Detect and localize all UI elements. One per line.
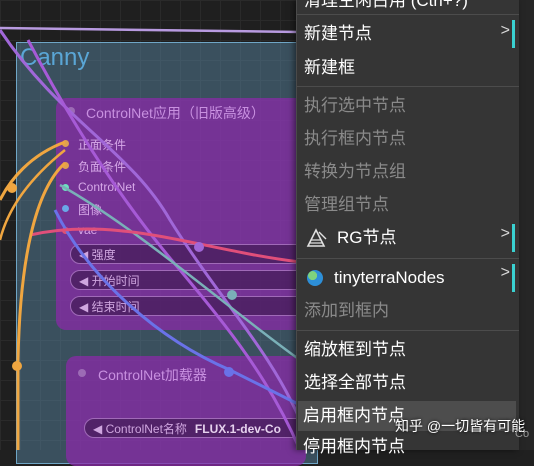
menu-separator [297,330,519,331]
submenu-indicator [512,224,515,252]
menu-item-manage-group-nodes[interactable]: 管理组节点 [304,192,389,218]
menu-item-run-selected[interactable]: 执行选中节点 [304,93,406,119]
menu-item-tinyterra[interactable]: tinyterraNodes [334,265,445,291]
menu-item-new-node[interactable]: 新建节点 [304,21,372,47]
menu-item-enable-group-nodes[interactable]: 启用框内节点 [303,403,405,429]
submenu-indicator [512,264,515,292]
menu-item-convert-group-node[interactable]: 转换为节点组 [304,159,406,185]
submenu-indicator [512,20,515,48]
menu-separator [297,258,519,259]
menu-item-run-group[interactable]: 执行框内节点 [304,126,406,152]
submenu-arrow-icon: > [500,225,510,242]
menu-item-disable-group-nodes[interactable]: 停用框内节点 [303,434,405,460]
menu-separator [297,14,519,15]
menu-item-add-to-group[interactable]: 添加到框内 [304,298,389,324]
right-panel-edge [518,0,534,450]
menu-item-rg-nodes[interactable]: RG节点 [337,225,397,251]
mountain-ruler-icon [306,228,327,247]
menu-separator [297,86,519,87]
watermark-text: 知乎 @一切皆有可能 [395,418,526,434]
submenu-arrow-icon: > [500,22,510,39]
submenu-arrow-icon: > [500,264,510,281]
menu-item-clear-memory[interactable]: 清理空闲占用 (Ctrl+?) [304,0,468,14]
menu-item-fit-group[interactable]: 缩放框到节点 [304,337,406,363]
globe-icon [307,270,323,286]
menu-item-new-group[interactable]: 新建框 [304,55,355,81]
context-menu: 清理空闲占用 (Ctrl+?) 新建节点 > 新建框 执行选中节点 执行框内节点… [296,0,519,450]
corner-partial-label: Co [515,428,530,440]
menu-item-select-all[interactable]: 选择全部节点 [304,370,406,396]
